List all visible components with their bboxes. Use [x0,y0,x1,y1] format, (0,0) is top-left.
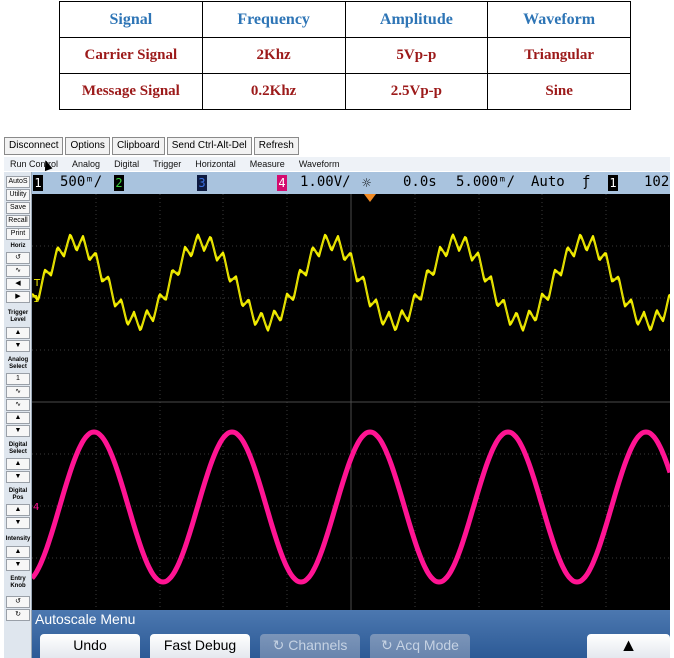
scope-display[interactable]: T 1 4 [30,194,673,610]
analog-down-button[interactable]: ▼ [6,425,30,437]
menu-bar: Run Control Analog Digital Trigger Horiz… [4,157,670,171]
table-cell: Message Signal [59,73,203,110]
digital-pos-label: Digital Pos [8,488,28,501]
analog-up-button[interactable]: ▲ [6,412,30,424]
table-cell: 2Khz [201,37,346,74]
waveform-plot: T 1 4 [30,194,673,610]
channel-4-ground-marker: 4 [33,502,39,513]
trigger-level-label: Trigger Level [7,310,29,323]
options-button[interactable]: Options [65,137,110,155]
trigger-level-marker: T [33,278,41,289]
fast-debug-softkey[interactable]: Fast Debug [150,634,250,658]
clipboard-button[interactable]: Clipboard [111,137,165,155]
channel-4-indicator[interactable]: 4 [277,175,287,191]
trigger-level: 102 [644,174,670,190]
table-row: Message Signal 0.2Khz 2.5Vp-p Sine [59,73,631,110]
autoscale-button[interactable]: AutoS [6,176,30,188]
channel-4-scale: 1.00V/ [300,174,351,190]
menu-measure[interactable]: Measure [250,157,285,171]
entry-knob-label: Entry Knob [10,576,26,589]
utility-button[interactable]: Utility [6,189,30,201]
menu-title: Autoscale Menu [35,611,136,627]
knob-ccw-icon[interactable]: ↺ [6,596,30,608]
table-header: Frequency [201,1,346,38]
scope-status-bar: 1 500ᵐ/ 2 3 4 1.00V/ ☼ 0.0s 5.000ᵐ/ Auto… [32,172,670,194]
analog-select-value[interactable]: 1 [6,373,30,385]
intensity-label: Intensity [5,536,31,542]
analog-wave-button[interactable]: ∿ [6,399,30,411]
table-header: Waveform [487,1,631,38]
digital-pos-up-button[interactable]: ▲ [6,504,30,516]
channel-1-ground-marker: 1 [33,294,39,305]
channel-2-indicator[interactable]: 2 [114,175,124,191]
channel-1-indicator[interactable]: 1 [33,175,43,191]
signal-parameters-table: Signal Frequency Amplitude Waveform Carr… [59,1,631,110]
wave-icon[interactable]: ∿ [6,386,30,398]
table-cell: 0.2Khz [201,73,346,110]
trigger-mode: Auto [531,174,565,190]
disconnect-button[interactable]: Disconnect [4,137,64,155]
horiz-knob-ccw-icon[interactable]: ↺ [6,252,30,264]
trigger-up-button[interactable]: ▲ [6,327,30,339]
menu-waveform[interactable]: Waveform [299,157,340,171]
autoscale-menu: Autoscale Menu Undo Fast Debug ↻ Channel… [32,610,670,658]
undo-softkey[interactable]: Undo [40,634,140,658]
acq-mode-softkey[interactable]: ↻ Acq Mode [370,634,470,658]
menu-digital[interactable]: Digital [114,157,139,171]
horizontal-delay: 0.0s [403,174,437,190]
table-cell: Carrier Signal [59,37,203,74]
table-header: Amplitude [344,1,489,38]
channels-softkey-label: Channels [288,637,348,653]
trigger-position-marker [364,194,376,202]
menu-horizontal[interactable]: Horizontal [195,157,236,171]
channels-softkey[interactable]: ↻ Channels [260,634,360,658]
intensity-down-button[interactable]: ▼ [6,559,30,571]
table-cell: Sine [487,73,631,110]
digital-up-button[interactable]: ▲ [6,458,30,470]
side-panel: AutoS Utility Save Recall Print Horiz ↺ … [4,172,32,658]
menu-trigger[interactable]: Trigger [153,157,181,171]
timebase-scale: 5.000ᵐ/ [456,174,516,190]
channel-3-indicator[interactable]: 3 [197,175,207,191]
table-cell: 2.5Vp-p [344,73,489,110]
intensity-up-button[interactable]: ▲ [6,546,30,558]
channel-1-scale: 500ᵐ/ [60,174,103,190]
table-cell: Triangular [487,37,631,74]
remote-toolbar: Disconnect Options Clipboard Send Ctrl-A… [4,137,299,155]
knob-cw-icon[interactable]: ↻ [6,609,30,621]
table-cell: 5Vp-p [344,37,489,74]
digital-pos-down-button[interactable]: ▼ [6,517,30,529]
digital-select-label: Digital Select [8,442,28,455]
print-button[interactable]: Print [6,228,30,240]
table-header-row: Signal Frequency Amplitude Waveform [59,1,631,38]
acq-mode-softkey-label: Acq Mode [395,637,459,653]
trigger-down-button[interactable]: ▼ [6,340,30,352]
trigger-channel-indicator: 1 [608,175,618,191]
analog-select-label: Analog Select [7,357,29,370]
digital-down-button[interactable]: ▼ [6,471,30,483]
refresh-button[interactable]: Refresh [253,137,299,155]
menu-analog[interactable]: Analog [72,157,100,171]
send-ctrl-alt-del-button[interactable]: Send Ctrl-Alt-Del [166,137,252,155]
horiz-label: Horiz [10,243,26,249]
brightness-icon: ☼ [362,174,372,192]
recall-button[interactable]: Recall [6,215,30,227]
wave-icon[interactable]: ∿ [6,265,30,277]
trigger-edge-icon: ƒ [582,174,591,190]
table-row: Carrier Signal 2Khz 5Vp-p Triangular [59,37,631,74]
horiz-left-button[interactable]: ◀ [6,278,30,290]
save-button[interactable]: Save [6,202,30,214]
horiz-right-button[interactable]: ▶ [6,291,30,303]
table-header: Signal [59,1,203,38]
menu-up-arrow-icon[interactable]: ▲ [587,634,670,658]
